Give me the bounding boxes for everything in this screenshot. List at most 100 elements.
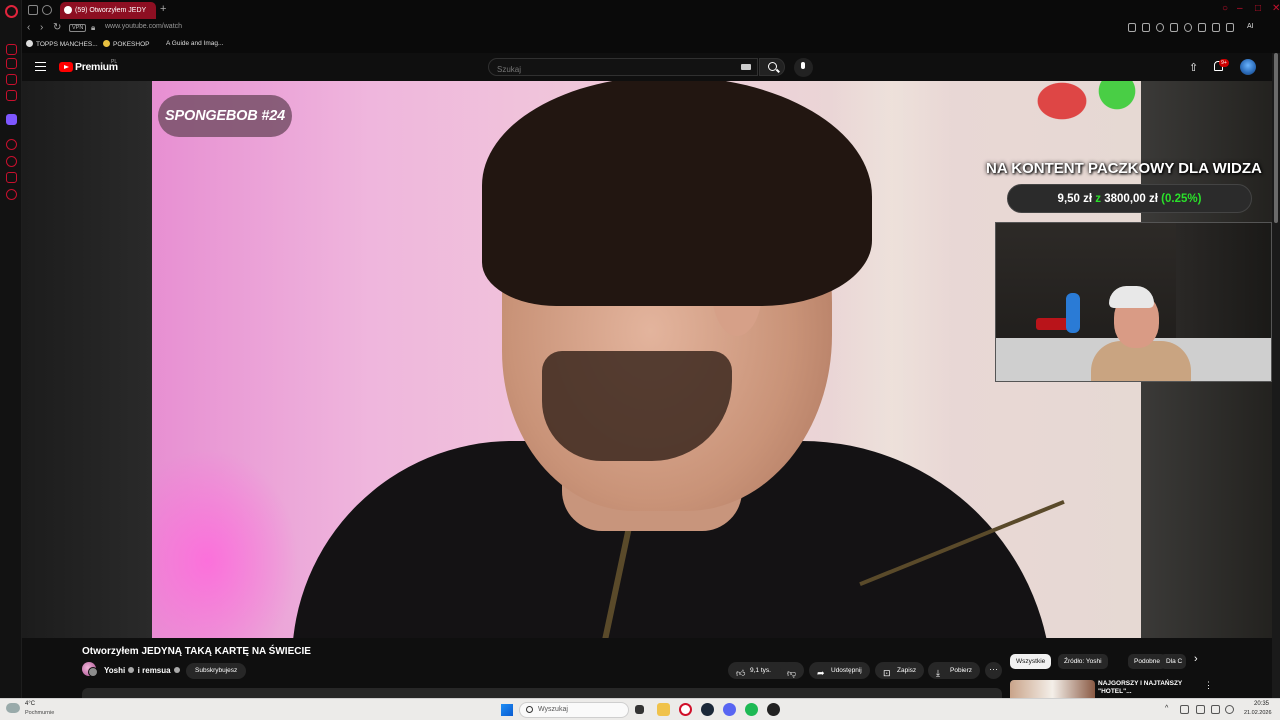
aria-ai-button[interactable]: AI xyxy=(1247,23,1254,30)
keyboard-icon[interactable] xyxy=(741,64,751,70)
donation-goal-progress: 9,50 zł z 3800,00 zł (0.25%) xyxy=(1007,184,1252,213)
sidebar-send-icon[interactable] xyxy=(6,172,17,183)
workspace-icon[interactable] xyxy=(28,5,38,15)
video-player[interactable]: SPONGEBOB #24 NA KONTENT PACZKOWY DLA WI… xyxy=(22,81,1272,638)
close-window-button[interactable]: ✕ xyxy=(1272,3,1280,14)
spotify-icon[interactable] xyxy=(745,703,758,716)
menu-icon[interactable] xyxy=(35,62,46,71)
tab-menu-icon[interactable] xyxy=(42,5,52,15)
sidebar-speed-dial-icon[interactable] xyxy=(6,44,17,55)
address-bar: ‹ › ↻ VPN 🔒︎ www.youtube.com/watch AI xyxy=(22,20,1280,37)
weather-temperature[interactable]: 4°C xyxy=(25,701,35,707)
search-box xyxy=(488,58,758,78)
chip-all[interactable]: Wszystkie xyxy=(1010,654,1052,669)
share-button[interactable]: ➦ Udostępnij xyxy=(809,662,870,679)
steam-icon[interactable] xyxy=(701,703,714,716)
tray-app-icon[interactable] xyxy=(1180,705,1189,714)
sidebar-news-icon[interactable] xyxy=(6,74,17,85)
player-letterbox-left xyxy=(22,81,152,638)
channel-name-2[interactable]: remsua xyxy=(142,666,170,675)
sidebar-bag-icon[interactable] xyxy=(6,58,17,69)
recommendation-menu-icon[interactable]: ⋮ xyxy=(1204,680,1213,691)
chip-source[interactable]: Źródło: Yoshi xyxy=(1058,654,1108,669)
tray-chevron-icon[interactable]: ^ xyxy=(1165,705,1174,714)
more-actions-button[interactable]: ··· xyxy=(985,662,1002,679)
channel-name[interactable]: Yoshi i remsua xyxy=(104,666,181,675)
collab-avatar[interactable] xyxy=(88,667,98,677)
channel-separator: i xyxy=(137,666,140,675)
download-button[interactable]: ⤓ Pobierz xyxy=(928,662,981,679)
chip-for-you[interactable]: Dla C xyxy=(1160,654,1186,669)
page-scrollbar[interactable] xyxy=(1272,53,1280,698)
download-icon: ⤓ xyxy=(936,668,940,678)
weather-description[interactable]: Pochmurnie xyxy=(25,710,54,716)
recommendation-thumbnail[interactable] xyxy=(1010,680,1095,700)
bookmark-favicon-icon xyxy=(103,40,110,47)
sidebar-twitch-icon[interactable] xyxy=(6,114,17,125)
network-icon[interactable] xyxy=(1211,705,1220,714)
reload-icon[interactable]: ↻ xyxy=(53,22,61,33)
search-button[interactable] xyxy=(759,58,785,76)
tray-app-icon[interactable] xyxy=(1196,705,1205,714)
opera-gx-icon[interactable] xyxy=(679,703,692,716)
search-input[interactable] xyxy=(489,61,729,78)
donation-of: z xyxy=(1095,193,1102,205)
opera-sidebar xyxy=(0,0,22,698)
extension-icon[interactable] xyxy=(1128,23,1136,32)
tab-youtube-video[interactable]: (59) Otworzyłem JEDY xyxy=(60,2,156,19)
volume-icon[interactable] xyxy=(1225,705,1234,714)
snapshot-icon[interactable] xyxy=(1142,23,1150,32)
bookmark-pokeshop[interactable]: POKESHOP xyxy=(103,40,149,48)
speaker-icon xyxy=(64,6,72,14)
streamer-cap xyxy=(1109,286,1154,308)
camera-icon[interactable] xyxy=(1212,23,1220,32)
clock-time[interactable]: 20:35 xyxy=(1254,701,1269,707)
cloud-icon[interactable] xyxy=(6,703,20,713)
minimize-button[interactable]: – xyxy=(1237,3,1243,14)
download-icon[interactable] xyxy=(1226,23,1234,32)
scrollbar-thumb[interactable] xyxy=(1274,53,1278,223)
sidebar-clock-icon[interactable] xyxy=(6,156,17,167)
voice-search-button[interactable] xyxy=(794,58,813,77)
bookmark-topps[interactable]: TOPPS MANCHES... xyxy=(26,40,98,48)
back-icon[interactable]: ‹ xyxy=(27,22,30,33)
sidebar-history-icon[interactable] xyxy=(6,139,17,150)
taskbar-search[interactable]: Wyszukaj xyxy=(519,702,629,718)
chevron-right-icon[interactable]: › xyxy=(1194,653,1198,665)
channel-name-1[interactable]: Yoshi xyxy=(104,666,125,675)
opera-logo-icon[interactable] xyxy=(5,5,18,18)
lock-icon[interactable]: 🔒︎ xyxy=(91,23,95,33)
discord-icon[interactable] xyxy=(723,703,736,716)
sidebar-settings-icon[interactable] xyxy=(6,189,17,200)
save-button[interactable]: ⊡ Zapisz xyxy=(875,662,925,679)
donation-percent: (0.25%) xyxy=(1161,193,1202,205)
vpn-badge[interactable]: VPN xyxy=(69,24,87,32)
donation-goal: 3800,00 zł xyxy=(1104,193,1158,205)
task-view-icon[interactable] xyxy=(635,705,644,714)
new-tab-button[interactable]: + xyxy=(160,3,166,15)
search-tabs-icon[interactable]: ○ xyxy=(1222,3,1228,14)
dislike-button[interactable]: 👎︎ xyxy=(780,662,804,679)
bookmark-guide[interactable]: A Guide and Imag... xyxy=(166,40,223,47)
adblock-icon[interactable] xyxy=(1156,23,1164,32)
maximize-button[interactable]: □ xyxy=(1255,3,1261,14)
subscribe-button[interactable]: Subskrybujesz xyxy=(186,663,247,679)
file-explorer-icon[interactable] xyxy=(657,703,670,716)
clock-date[interactable]: 21.02.2026 xyxy=(1244,710,1272,716)
upload-icon[interactable]: ⇧ xyxy=(1189,61,1198,74)
app-icon[interactable] xyxy=(767,703,780,716)
download-label: Pobierz xyxy=(950,667,973,674)
sidebar-bookmark-icon[interactable] xyxy=(6,90,17,101)
forward-icon[interactable]: › xyxy=(40,22,43,33)
thumbs-up-icon: 👍︎ xyxy=(736,668,746,678)
windows-start-icon[interactable] xyxy=(501,704,513,716)
player-icon[interactable] xyxy=(1170,23,1178,32)
donation-goal-title: NA KONTENT PACZKOWY DLA WIDZA xyxy=(986,160,1262,177)
youtube-logo-icon[interactable] xyxy=(59,62,73,72)
heart-icon[interactable] xyxy=(1184,23,1192,32)
like-count: 9,1 tys. xyxy=(750,667,771,674)
avatar[interactable] xyxy=(1240,59,1256,75)
recommendation-title[interactable]: NAJGORSZY I NAJTAŃSZY "HOTEL"... xyxy=(1098,680,1198,696)
wallet-icon[interactable] xyxy=(1198,23,1206,32)
url-field[interactable]: www.youtube.com/watch xyxy=(105,23,182,30)
